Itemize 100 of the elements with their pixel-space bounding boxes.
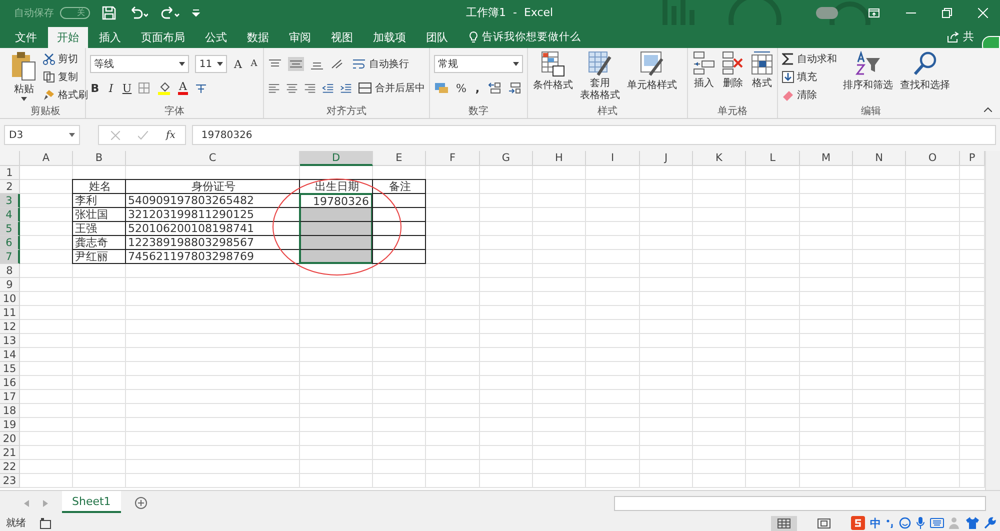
ribbon-tab[interactable]: 视图 bbox=[322, 27, 362, 48]
row-header[interactable]: 13 bbox=[0, 334, 20, 348]
underline-button[interactable]: U bbox=[122, 82, 132, 94]
ribbon-tab[interactable]: 公式 bbox=[196, 27, 236, 48]
format-button[interactable]: 格式 bbox=[750, 51, 774, 104]
ribbon-tab[interactable]: 数据 bbox=[238, 27, 278, 48]
restore-icon[interactable] bbox=[942, 8, 952, 18]
merge-center-button[interactable]: 合并后居中 bbox=[358, 80, 425, 96]
collapse-ribbon-icon[interactable] bbox=[984, 107, 992, 112]
normal-view-icon[interactable] bbox=[771, 516, 797, 530]
share-button[interactable]: 共 bbox=[959, 29, 982, 48]
add-sheet-icon[interactable] bbox=[134, 497, 147, 509]
column-header[interactable]: D bbox=[300, 151, 373, 166]
close-icon[interactable] bbox=[978, 8, 988, 18]
ribbon-tab[interactable]: 团队 bbox=[417, 27, 457, 48]
comma-button[interactable]: , bbox=[472, 82, 482, 94]
fill-button[interactable]: 填充 bbox=[782, 69, 837, 85]
ribbon-tab[interactable]: 文件 bbox=[6, 27, 46, 48]
input-method-icon[interactable] bbox=[851, 516, 865, 530]
sheet-tab[interactable]: Sheet1 bbox=[62, 491, 121, 513]
ribbon-tab[interactable]: 插入 bbox=[90, 27, 130, 48]
row-header[interactable]: 22 bbox=[0, 460, 20, 474]
row-header[interactable]: 16 bbox=[0, 376, 20, 390]
insert-button[interactable]: 插入 bbox=[692, 51, 716, 104]
column-header[interactable]: F bbox=[426, 151, 480, 166]
shirt-icon[interactable] bbox=[966, 517, 979, 529]
selected-cell[interactable] bbox=[299, 235, 373, 250]
decrease-indent-icon[interactable] bbox=[322, 82, 334, 94]
row-header[interactable]: 12 bbox=[0, 320, 20, 334]
paste-button[interactable]: 粘贴 bbox=[10, 51, 38, 104]
border-icon[interactable] bbox=[138, 82, 152, 94]
align-left-icon[interactable] bbox=[268, 82, 280, 94]
row-header[interactable]: 20 bbox=[0, 432, 20, 446]
italic-button[interactable]: I bbox=[106, 82, 116, 94]
row-header[interactable]: 23 bbox=[0, 474, 20, 488]
customize-icon[interactable] bbox=[192, 8, 200, 18]
align-right-icon[interactable] bbox=[304, 82, 316, 94]
ribbon-tab[interactable]: 页面布局 bbox=[132, 27, 194, 48]
number-format-field[interactable]: 常规 bbox=[434, 55, 523, 73]
font-name-field[interactable]: 等线 bbox=[90, 55, 190, 73]
row-header[interactable]: 17 bbox=[0, 390, 20, 404]
wrap-text-button[interactable]: 自动换行 bbox=[352, 56, 409, 72]
phonetic-icon[interactable] bbox=[194, 82, 208, 94]
percent-button[interactable]: % bbox=[456, 82, 466, 94]
conditional-format-button[interactable]: 条件格式 bbox=[532, 51, 574, 104]
format-painter-button[interactable]: 格式刷 bbox=[43, 87, 88, 103]
cut-button[interactable]: 剪切 bbox=[43, 51, 88, 67]
shrink-font-button[interactable]: A bbox=[249, 59, 259, 69]
sort-filter-button[interactable]: 排序和筛选 bbox=[842, 51, 894, 104]
horizontal-scrollbar[interactable] bbox=[614, 496, 986, 510]
row-header[interactable]: 19 bbox=[0, 418, 20, 432]
microphone-icon[interactable] bbox=[916, 517, 925, 529]
column-header[interactable]: C bbox=[126, 151, 300, 166]
wrench-icon[interactable] bbox=[984, 517, 996, 529]
column-header[interactable]: K bbox=[693, 151, 746, 166]
formula-field[interactable]: 19780326 bbox=[192, 125, 996, 145]
ribbon-display-icon[interactable] bbox=[868, 8, 880, 18]
row-header[interactable]: 8 bbox=[0, 264, 20, 278]
column-header[interactable]: B bbox=[73, 151, 126, 166]
fill-color-icon[interactable] bbox=[158, 81, 172, 95]
column-header[interactable]: E bbox=[373, 151, 426, 166]
increase-decimal-icon[interactable] bbox=[488, 82, 502, 94]
row-header[interactable]: 4 bbox=[0, 208, 20, 222]
column-header[interactable]: H bbox=[533, 151, 586, 166]
row-header[interactable]: 18 bbox=[0, 404, 20, 418]
punctuation-icon[interactable] bbox=[886, 518, 894, 528]
save-icon[interactable] bbox=[102, 6, 116, 20]
row-header[interactable]: 21 bbox=[0, 446, 20, 460]
redo-icon[interactable] bbox=[160, 6, 180, 20]
column-header[interactable]: P bbox=[960, 151, 985, 166]
vertical-scrollbar[interactable] bbox=[985, 151, 1000, 490]
row-header[interactable]: 6 bbox=[0, 236, 20, 250]
keyboard-icon[interactable] bbox=[930, 518, 944, 528]
selected-cell[interactable] bbox=[299, 207, 373, 222]
column-header[interactable]: J bbox=[640, 151, 693, 166]
tell-me-field[interactable]: 告诉我你想要做什么 bbox=[482, 30, 581, 48]
column-header[interactable]: O bbox=[906, 151, 960, 166]
find-select-button[interactable]: 查找和选择 bbox=[899, 51, 951, 104]
cell-styles-button[interactable]: 单元格样式 bbox=[626, 51, 678, 104]
ime-mode[interactable]: 中 bbox=[870, 516, 881, 530]
align-center-icon[interactable] bbox=[286, 82, 298, 94]
column-header[interactable]: N bbox=[853, 151, 906, 166]
decrease-decimal-icon[interactable] bbox=[508, 82, 522, 94]
row-header[interactable]: 9 bbox=[0, 278, 20, 292]
copy-button[interactable]: 复制 bbox=[43, 69, 88, 85]
column-header[interactable]: A bbox=[20, 151, 73, 166]
align-middle-icon[interactable] bbox=[288, 57, 304, 71]
user-icon[interactable] bbox=[816, 6, 838, 18]
grow-font-button[interactable]: A bbox=[233, 58, 243, 70]
column-header[interactable]: M bbox=[800, 151, 853, 166]
macro-record-icon[interactable] bbox=[40, 518, 51, 528]
column-header[interactable]: L bbox=[746, 151, 800, 166]
row-header[interactable]: 7 bbox=[0, 250, 20, 264]
insert-function-button[interactable]: fx bbox=[166, 130, 176, 140]
row-header[interactable]: 1 bbox=[0, 166, 20, 180]
clear-button[interactable]: 清除 bbox=[782, 87, 837, 103]
delete-button[interactable]: 删除 bbox=[721, 51, 745, 104]
currency-icon[interactable] bbox=[434, 82, 450, 94]
autosum-button[interactable]: 自动求和 bbox=[782, 51, 837, 67]
bold-button[interactable]: B bbox=[90, 82, 100, 94]
